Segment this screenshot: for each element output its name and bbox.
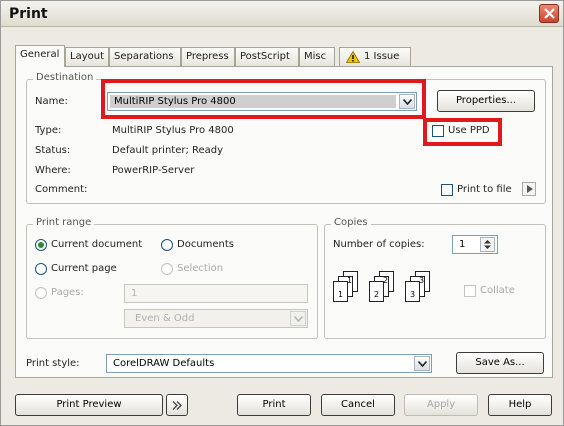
type-label: Type: (35, 125, 62, 136)
selection-label[interactable]: Selection (177, 263, 223, 274)
copies-legend: Copies (331, 217, 371, 228)
collate-pages-icon: 11 22 33 (333, 271, 430, 302)
copies-value: 1 (459, 239, 466, 250)
apply-button[interactable]: Apply (404, 394, 478, 416)
print-to-file-options-button[interactable] (522, 182, 536, 196)
print-to-file-label[interactable]: Print to file (457, 184, 512, 195)
tab-layout[interactable]: Layout (65, 47, 109, 66)
tab-misc[interactable]: Misc (299, 47, 335, 66)
properties-button[interactable]: Properties... (437, 90, 535, 112)
tab-label: General (20, 49, 60, 60)
tab-postscript[interactable]: PostScript (235, 47, 299, 66)
selection-radio[interactable] (161, 263, 173, 275)
print-to-file-checkbox[interactable] (441, 184, 453, 196)
copies-spinner[interactable]: 1 (452, 235, 498, 254)
page-set-combo[interactable]: Even & Odd (124, 309, 308, 328)
pages-field[interactable]: 1 (124, 284, 308, 303)
current-page-label[interactable]: Current page (51, 263, 117, 274)
cancel-button[interactable]: Cancel (321, 394, 395, 416)
use-ppd-highlight (423, 118, 502, 146)
type-value: MultiRIP Stylus Pro 4800 (112, 125, 234, 136)
page-set-dropdown-button[interactable] (290, 311, 306, 326)
tab-label: Misc (304, 51, 327, 62)
comment-label: Comment: (35, 184, 88, 195)
title-bar[interactable]: Print (1, 1, 563, 27)
page-set-value: Even & Odd (135, 313, 195, 324)
name-label: Name: (35, 96, 68, 107)
print-style-dropdown-button[interactable] (414, 356, 430, 371)
name-label-text: Name: (35, 96, 68, 107)
print-style-label: Print style: (26, 358, 80, 369)
status-label: Status: (35, 145, 71, 156)
print-preview-button[interactable]: Print Preview (15, 394, 163, 416)
collate-checkbox[interactable] (464, 285, 476, 297)
tab-label: Layout (70, 51, 104, 62)
copies-group: Copies Number of copies: 1 11 2 2 3 3 Co… (324, 217, 546, 339)
tab-label: PostScript (240, 51, 290, 62)
arrow-right-icon (527, 185, 533, 193)
current-document-label[interactable]: Current document (51, 239, 142, 250)
svg-text:1: 1 (347, 276, 352, 285)
print-style-value: CorelDRAW Defaults (113, 358, 215, 369)
where-value: PowerRIP-Server (112, 165, 195, 176)
close-icon (544, 8, 555, 19)
svg-text:3: 3 (419, 276, 424, 285)
print-style-combo[interactable]: CorelDRAW Defaults (106, 354, 432, 373)
current-document-radio[interactable] (35, 239, 47, 251)
print-button[interactable]: Print (237, 394, 311, 416)
svg-text:3: 3 (410, 290, 415, 299)
number-of-copies-label: Number of copies: (333, 239, 425, 250)
spin-arrows-icon (484, 240, 491, 249)
documents-label[interactable]: Documents (177, 239, 234, 250)
tab-general[interactable]: General (15, 45, 65, 67)
svg-text:1: 1 (338, 290, 343, 299)
print-dialog: Print General Layout Separations Prepres… (0, 0, 564, 426)
preview-expand-button[interactable] (166, 394, 188, 416)
tab-prepress[interactable]: Prepress (181, 47, 235, 66)
current-page-radio[interactable] (35, 263, 47, 275)
close-button[interactable] (539, 4, 559, 23)
pages-value: 1 (131, 288, 138, 299)
collate-label[interactable]: Collate (480, 285, 515, 296)
destination-legend: Destination (33, 72, 97, 83)
print-range-group: Print range Current document Documents C… (26, 217, 318, 339)
tab-issues[interactable]: 1 Issue (339, 47, 411, 66)
pages-label[interactable]: Pages: (51, 287, 84, 298)
help-button[interactable]: Help (488, 394, 552, 416)
print-range-legend: Print range (33, 217, 95, 228)
copies-spin-buttons[interactable] (480, 237, 495, 252)
save-as-button[interactable]: Save As... (456, 352, 544, 374)
double-chevron-right-icon (172, 401, 182, 410)
chevron-down-icon (418, 361, 427, 367)
tab-label: Separations (114, 51, 174, 62)
status-value: Default printer; Ready (112, 145, 224, 156)
tab-label: 1 Issue (364, 51, 400, 62)
svg-text:2: 2 (374, 290, 379, 299)
chevron-down-icon (294, 316, 303, 322)
tab-separations[interactable]: Separations (109, 47, 181, 66)
tab-label: Prepress (186, 51, 229, 62)
documents-radio[interactable] (161, 239, 173, 251)
warning-icon (346, 51, 360, 63)
printer-name-highlight (101, 79, 426, 119)
pages-radio[interactable] (35, 287, 47, 299)
svg-text:2: 2 (383, 276, 388, 285)
where-label: Where: (35, 165, 71, 176)
window-title: Print (9, 6, 48, 22)
